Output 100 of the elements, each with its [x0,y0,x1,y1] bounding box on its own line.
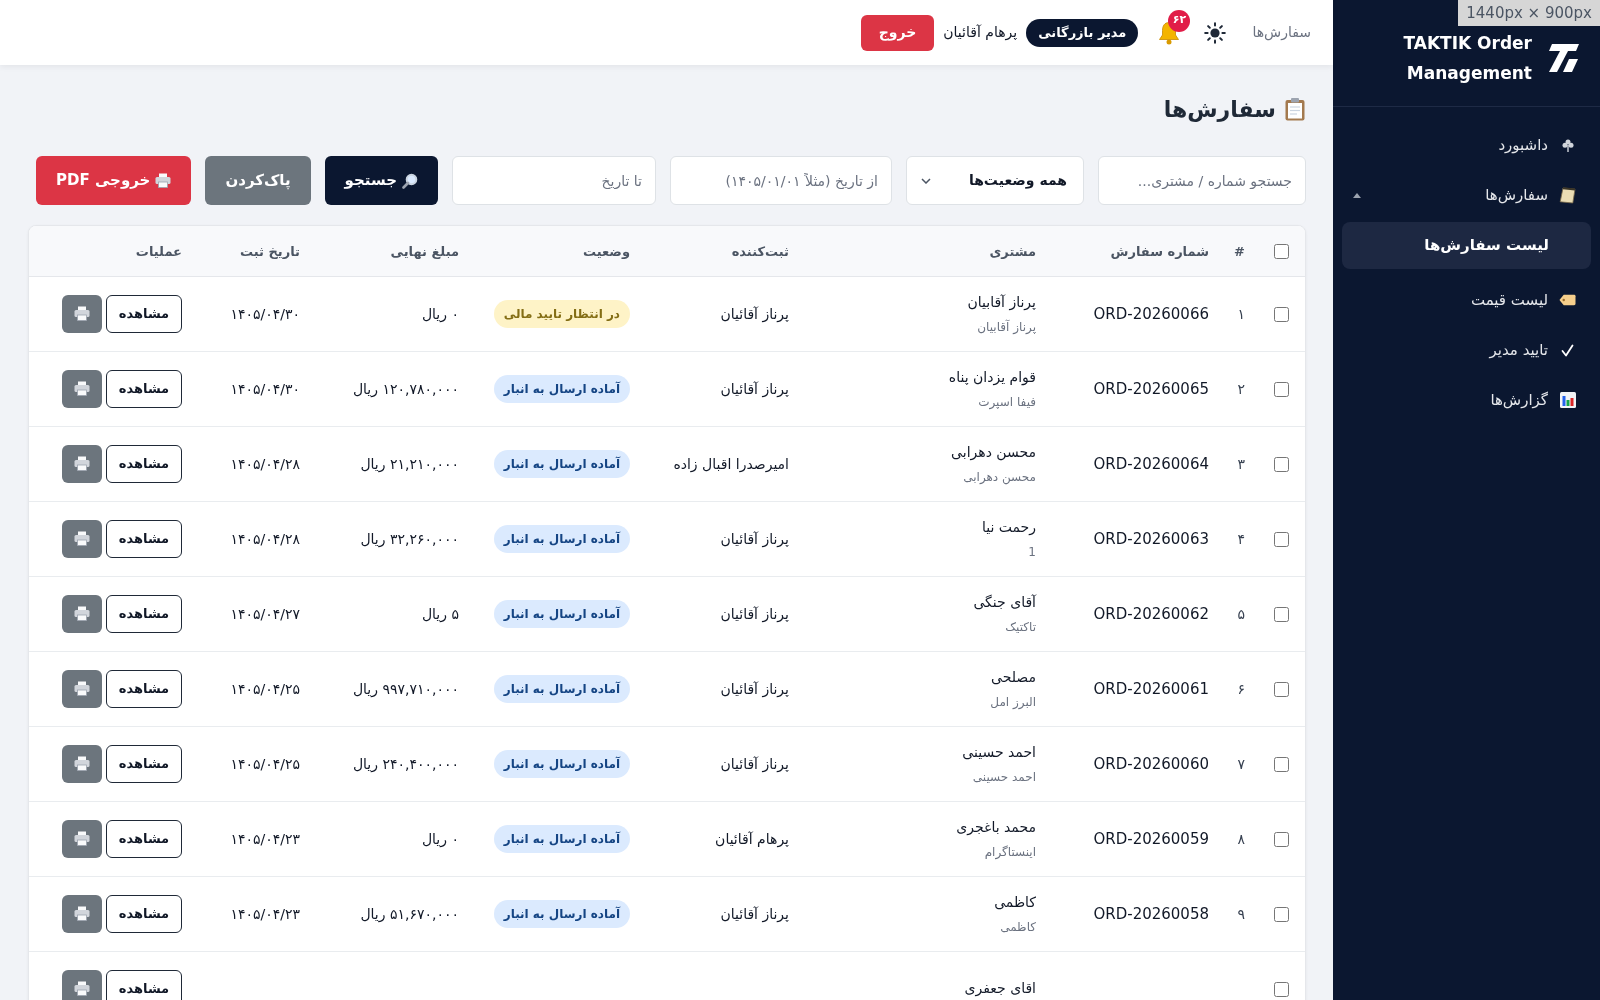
status-select[interactable]: همه وضعیت‌ها [906,156,1084,205]
status-badge: آماده ارسال به انبار [493,674,630,703]
view-button[interactable]: مشاهده [106,369,182,408]
view-button[interactable]: مشاهده [106,294,182,333]
customer-name: پرناز آقابیان [967,292,1036,313]
row-checkbox[interactable] [1274,306,1289,322]
row-number: ۱ [1237,305,1245,322]
customer-name: رحمت نیا [981,517,1036,538]
brand-name: TAKTIK Order Management [1402,32,1532,85]
status-badge: آماده ارسال به انبار [493,749,630,778]
select-all-checkbox[interactable] [1274,243,1289,259]
customer-subtitle: البرز امل [990,693,1036,711]
order-amount: ۹۹۷,۷۱۰,۰۰۰ ریال [352,680,459,697]
view-button[interactable]: مشاهده [106,894,182,933]
view-button[interactable]: مشاهده [106,819,182,858]
customer-name: کاظمی [994,892,1036,912]
printer-icon [74,381,90,396]
row-checkbox[interactable] [1274,756,1289,772]
notepad-icon [1559,186,1576,204]
order-date: ۱۴۰۵/۰۴/۲۵ [230,680,300,697]
print-button[interactable] [62,744,102,783]
date-from-field[interactable]: از تاریخ (مثلاً ۱۴۰۵/۰۱/۰۱) [670,156,892,205]
status-badge: آماده ارسال به انبار [493,449,630,478]
printer-icon [74,306,90,321]
order-date: ۱۴۰۵/۰۴/۲۸ [230,530,300,547]
row-checkbox[interactable] [1274,981,1289,997]
printer-icon [74,531,90,546]
column-header: مشتری [989,243,1036,259]
print-button[interactable] [62,594,102,633]
clear-button[interactable]: پاک‌کردن [205,156,311,205]
row-checkbox[interactable] [1274,381,1289,397]
print-button[interactable] [62,294,102,333]
creator-name: پرهام آقائیان [715,830,789,847]
view-button[interactable]: مشاهده [106,519,182,558]
view-button[interactable]: مشاهده [106,669,182,708]
row-checkbox[interactable] [1274,606,1289,622]
creator-name: پرناز آقائیان [720,380,789,397]
breadcrumb: سفارش‌ها [1252,23,1311,43]
customer-subtitle: 1 [1028,543,1036,561]
order-number: ORD-20260061 [1093,679,1209,698]
print-button[interactable] [62,894,102,933]
status-badge: آماده ارسال به انبار [493,899,630,928]
print-button[interactable] [62,669,102,708]
creator-name: پرناز آقائیان [720,905,789,922]
date-to-field[interactable]: تا تاریخ [452,156,656,205]
column-header: # [1234,243,1245,259]
search-button[interactable]: جستجو [324,156,438,205]
customer-name: اقای جعفری [964,979,1036,999]
row-number: ۵ [1237,605,1245,622]
customer-subtitle: اینستاگرام [984,843,1036,861]
order-amount: ۱۲۰,۷۸۰,۰۰۰ ریال [352,380,459,397]
sidebar-subitem[interactable]: لیست سفارش‌ها [1342,222,1591,269]
sidebar-item[interactable]: داشبورد [1342,120,1591,170]
notification-count-badge: ۶۲ [1168,9,1191,32]
search-field[interactable]: جستجو شماره / مشتری... [1098,156,1306,205]
row-checkbox[interactable] [1274,681,1289,697]
column-header: تاریخ ثبت [240,243,300,259]
row-checkbox[interactable] [1274,531,1289,547]
customer-subtitle: پرناز آقابیان [977,318,1036,336]
sidebar-item[interactable]: سفارش‌ها [1342,170,1591,220]
creator-name: پرناز آقائیان [720,530,789,547]
logout-button[interactable]: خروج [860,14,935,51]
print-button[interactable] [62,819,102,858]
order-date: ۱۴۰۵/۰۴/۳۰ [230,305,300,322]
customer-name: محسن دهرابی [951,442,1036,463]
row-number: ۶ [1237,680,1245,697]
order-number: ORD-20260064 [1093,454,1209,473]
row-number: ۳ [1237,455,1245,472]
print-button[interactable] [62,369,102,408]
order-amount: ۰ ریال [421,305,459,322]
sidebar-item[interactable]: تایید مدیر [1342,325,1591,375]
row-number: ۲ [1237,380,1245,397]
export-pdf-button[interactable]: خروجی PDF [36,156,192,205]
order-date: ۱۴۰۵/۰۴/۲۳ [230,905,300,922]
sun-icon[interactable] [1204,21,1227,44]
view-button[interactable]: مشاهده [106,744,182,783]
view-button[interactable]: مشاهده [106,444,182,483]
print-button[interactable] [62,444,102,483]
print-button[interactable] [62,519,102,558]
row-checkbox[interactable] [1274,906,1289,922]
row-number: ۷ [1237,755,1245,772]
customer-name: مصلحی [991,667,1036,687]
view-button[interactable]: مشاهده [106,594,182,633]
row-number: ۴ [1237,530,1245,547]
customer-subtitle: تاکتیک [1005,618,1036,636]
sidebar-item[interactable]: گزارش‌ها [1342,375,1591,425]
row-number: ۹ [1237,905,1245,922]
tag-icon [1559,294,1576,306]
creator-name: پرناز آقائیان [720,755,789,772]
row-checkbox[interactable] [1274,456,1289,472]
printer-icon [74,681,90,696]
order-date: ۱۴۰۵/۰۴/۲۵ [230,755,300,772]
sidebar-item[interactable]: لیست قیمت [1342,275,1591,325]
row-number: ۸ [1237,830,1245,847]
view-button[interactable]: مشاهده [106,969,182,1000]
order-number: ORD-20260058 [1093,904,1209,923]
creator-name: پرناز آقائیان [720,605,789,622]
row-checkbox[interactable] [1274,831,1289,847]
column-header: مبلغ نهایی [390,243,459,259]
print-button[interactable] [62,969,102,1000]
